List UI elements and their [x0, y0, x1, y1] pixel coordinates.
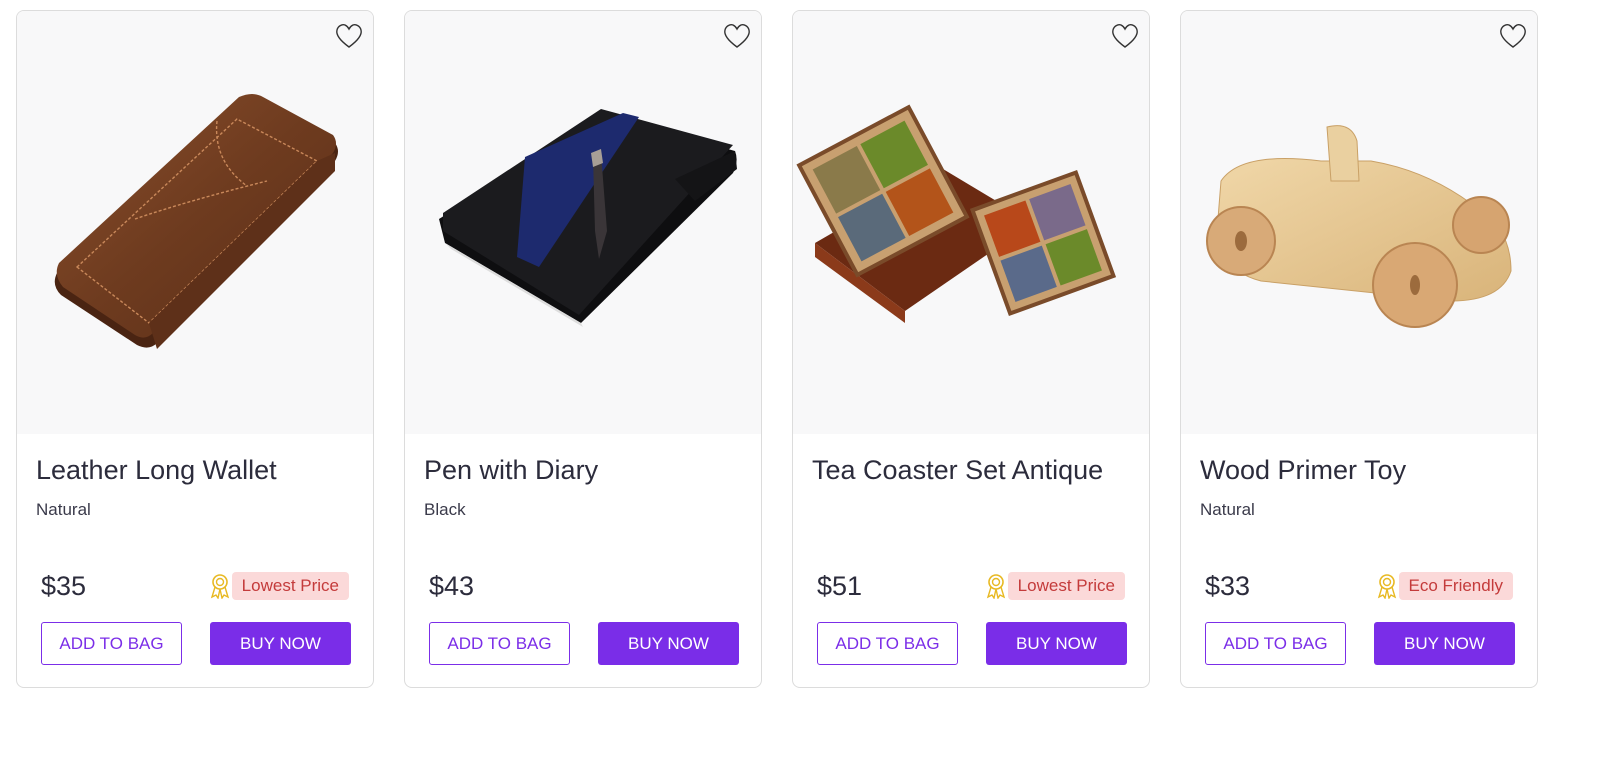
buy-now-button[interactable]: BUY NOW — [210, 622, 351, 665]
product-title[interactable]: Leather Long Wallet — [36, 455, 277, 486]
product-price: $35 — [41, 571, 87, 601]
product-title[interactable]: Pen with Diary — [424, 455, 598, 486]
wishlist-heart-icon[interactable] — [722, 21, 752, 51]
product-card-tea-coaster-set: Tea Coaster Set Antique $51 Lowest Price… — [792, 10, 1150, 688]
diary-image — [439, 109, 737, 327]
wooden-toy-car-image — [1206, 125, 1512, 328]
badge-label: Lowest Price — [231, 572, 349, 600]
product-image[interactable] — [17, 11, 373, 434]
badge-label: Eco Friendly — [1398, 572, 1513, 600]
product-grid: Leather Long Wallet Natural $35 Lowest P… — [16, 10, 1538, 688]
wishlist-heart-icon[interactable] — [1110, 21, 1140, 51]
product-title[interactable]: Wood Primer Toy — [1200, 455, 1406, 486]
wallet-image — [54, 94, 338, 349]
add-to-bag-button[interactable]: ADD TO BAG — [429, 622, 570, 665]
product-image[interactable] — [1181, 11, 1537, 434]
product-price: $33 — [1205, 571, 1251, 601]
coaster-set-image — [796, 104, 1117, 323]
product-variant: Natural — [36, 500, 91, 519]
product-variant: Natural — [1200, 500, 1255, 519]
product-price: $51 — [817, 571, 863, 601]
product-card-wood-primer-toy: Wood Primer Toy Natural $33 Eco Friendly… — [1180, 10, 1538, 688]
price-badge: Lowest Price — [984, 572, 1125, 600]
award-medal-icon — [1377, 574, 1396, 599]
wishlist-heart-icon[interactable] — [1498, 21, 1528, 51]
add-to-bag-button[interactable]: ADD TO BAG — [817, 622, 958, 665]
add-to-bag-button[interactable]: ADD TO BAG — [1205, 622, 1346, 665]
price-badge: Eco Friendly — [1375, 572, 1513, 600]
price-badge: Lowest Price — [208, 572, 349, 600]
badge-label: Lowest Price — [1007, 572, 1125, 600]
buy-now-button[interactable]: BUY NOW — [1374, 622, 1515, 665]
buy-now-button[interactable]: BUY NOW — [986, 622, 1127, 665]
award-medal-icon — [986, 574, 1005, 599]
product-image[interactable] — [405, 11, 761, 434]
award-medal-icon — [210, 574, 229, 599]
product-card-pen-with-diary: Pen with Diary Black $43 ADD TO BAG BUY … — [404, 10, 762, 688]
add-to-bag-button[interactable]: ADD TO BAG — [41, 622, 182, 665]
product-image[interactable] — [793, 11, 1149, 434]
buy-now-button[interactable]: BUY NOW — [598, 622, 739, 665]
product-price: $43 — [429, 571, 475, 601]
product-variant: Black — [424, 500, 466, 519]
product-title[interactable]: Tea Coaster Set Antique — [812, 455, 1103, 486]
product-card-leather-long-wallet: Leather Long Wallet Natural $35 Lowest P… — [16, 10, 374, 688]
wishlist-heart-icon[interactable] — [334, 21, 364, 51]
